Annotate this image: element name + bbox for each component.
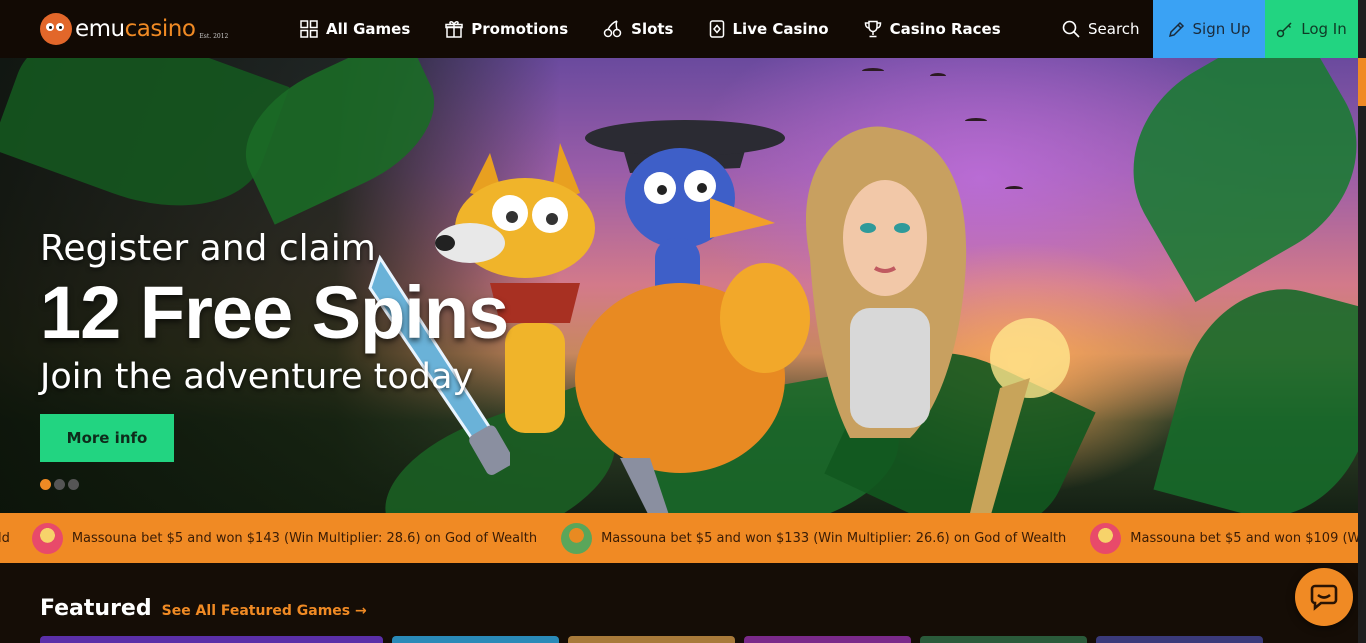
logo-text-casino: casino (124, 16, 196, 42)
ticker-fragment: old (0, 530, 10, 546)
bird-silhouette (1005, 186, 1023, 192)
nav-label: Promotions (471, 20, 569, 38)
nav-label: All Games (326, 20, 411, 38)
chat-bubble-icon (1310, 584, 1338, 611)
logo-wordmark: emucasino (75, 16, 196, 42)
cherry-icon (603, 20, 622, 38)
bird-silhouette (862, 68, 884, 74)
hero-tagline: Join the adventure today (40, 357, 474, 397)
ticker-text: Massouna bet $5 and won $133 (Win Multip… (601, 530, 1067, 546)
search-icon (1062, 20, 1080, 38)
game-tile[interactable] (744, 636, 911, 643)
game-tile[interactable] (568, 636, 735, 643)
key-icon (1277, 21, 1292, 37)
featured-title: Featured (40, 596, 152, 621)
nav-label: Live Casino (732, 20, 829, 38)
emu-thumb-icon (561, 522, 593, 554)
main-nav: All Games Promotions Slots Live Casino C… (300, 0, 1036, 58)
search-label: Search (1088, 20, 1140, 38)
nav-item-all-games[interactable]: All Games (300, 20, 410, 38)
recent-wins-ticker: old Massouna bet $5 and won $143 (Win Mu… (0, 513, 1358, 563)
live-chat-button[interactable] (1295, 568, 1353, 626)
nav-item-live-casino[interactable]: Live Casino (709, 20, 829, 38)
hero-subtitle: Register and claim (40, 228, 376, 269)
nav-item-promotions[interactable]: Promotions (445, 20, 568, 38)
carousel-dot-3[interactable] (68, 479, 79, 490)
emucasino-logo[interactable]: emucasino Est. 2012 (40, 0, 250, 58)
bird-silhouette (965, 118, 987, 124)
logo-text-emu: emu (75, 16, 125, 42)
hero-copy: Register and claim 12 Free Spins Join th… (40, 226, 509, 400)
god-of-wealth-thumb-icon (1090, 522, 1122, 554)
carousel-dots (40, 479, 82, 490)
ticker-item[interactable]: Massouna bet $5 and won $133 (Win Multip… (561, 522, 1067, 554)
jungle-leaf (1153, 267, 1358, 513)
emu-mascot-icon (40, 13, 72, 45)
ticker-item[interactable]: Massouna bet $5 and won $109 (Win Multip… (1090, 522, 1358, 554)
log-in-button[interactable]: Log In (1265, 0, 1358, 58)
trophy-icon (864, 20, 881, 38)
nav-item-casino-races[interactable]: Casino Races (864, 20, 1001, 38)
bird-silhouette (930, 73, 946, 79)
sign-up-label: Sign Up (1192, 20, 1251, 38)
hero-banner[interactable]: Register and claim 12 Free Spins Join th… (0, 58, 1358, 513)
game-tile[interactable] (40, 636, 383, 643)
carousel-dot-1[interactable] (40, 479, 51, 490)
scrollbar-thumb[interactable] (1358, 58, 1366, 106)
featured-games-row (40, 636, 1272, 643)
ticker-item[interactable]: Massouna bet $5 and won $143 (Win Multip… (31, 522, 538, 554)
ticker-text: Massouna bet $5 and won $109 (Win Multip… (1130, 530, 1358, 546)
ticker-track: old Massouna bet $5 and won $143 (Win Mu… (0, 513, 1358, 563)
pencil-icon (1168, 21, 1184, 37)
carousel-dot-2[interactable] (54, 479, 65, 490)
card-icon (709, 20, 724, 38)
game-tile[interactable] (392, 636, 559, 643)
torch-icon (970, 318, 1070, 513)
nav-item-slots[interactable]: Slots (603, 20, 674, 38)
search-button[interactable]: Search (1062, 0, 1140, 58)
see-all-featured-link[interactable]: See All Featured Games → (162, 603, 367, 619)
ticker-text: Massouna bet $5 and won $143 (Win Multip… (71, 530, 538, 546)
logo-established: Est. 2012 (199, 32, 229, 40)
god-of-wealth-thumb-icon (31, 522, 63, 554)
featured-section-header: Featured See All Featured Games → (40, 596, 367, 621)
more-info-button[interactable]: More info (40, 414, 174, 462)
nav-label: Slots (631, 20, 674, 38)
jungle-leaf (1095, 58, 1358, 303)
nav-label: Casino Races (889, 20, 1001, 38)
game-tile[interactable] (920, 636, 1087, 643)
sign-up-button[interactable]: Sign Up (1153, 0, 1265, 58)
page-scrollbar[interactable] (1358, 0, 1366, 643)
gift-icon (445, 21, 464, 38)
top-header: emucasino Est. 2012 All Games Promotions… (0, 0, 1358, 58)
emu-character (575, 120, 810, 513)
hero-headline: 12 Free Spins (40, 271, 509, 354)
game-tile[interactable] (1096, 636, 1263, 643)
log-in-label: Log In (1301, 20, 1347, 38)
grid-icon (300, 20, 318, 38)
